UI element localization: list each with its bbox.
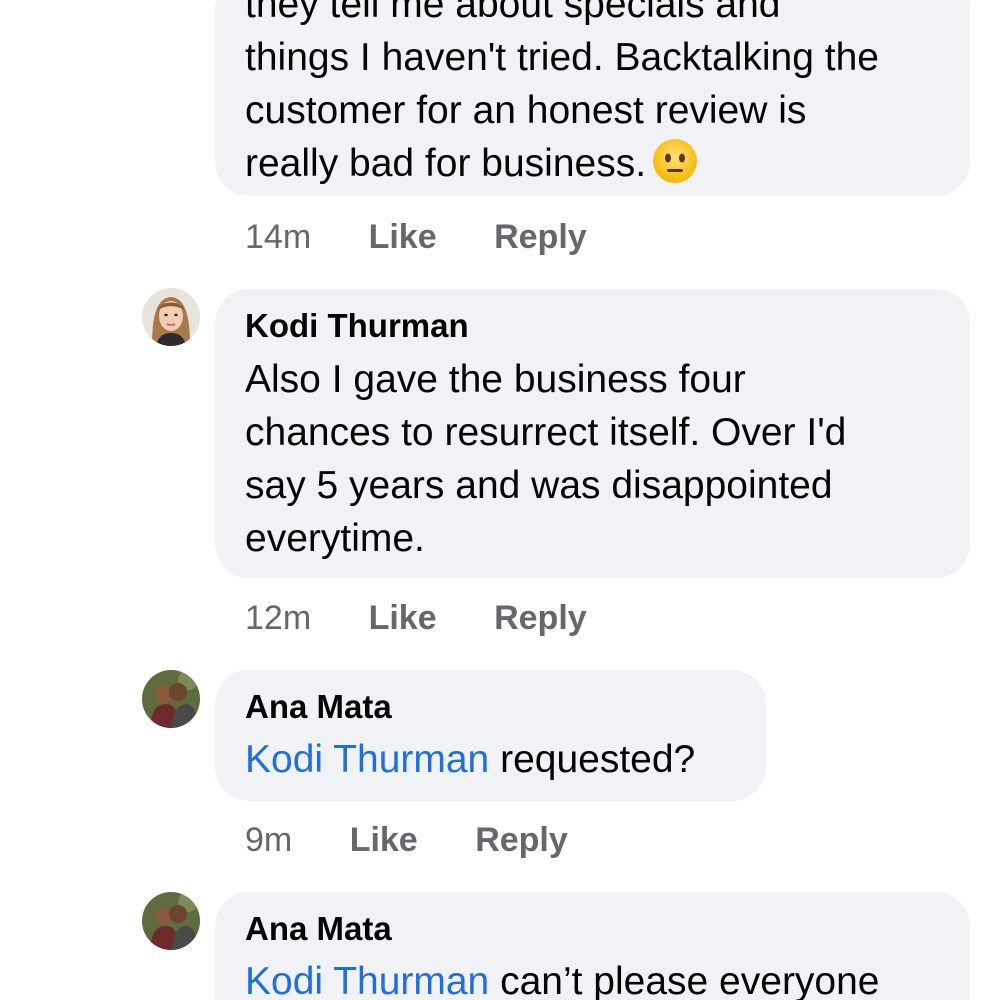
- comment-text-line: customer for an honest review is: [245, 89, 807, 132]
- comment-text-line: say 5 years and was disappointed: [245, 464, 833, 507]
- avatar[interactable]: [142, 288, 200, 346]
- comment-text-line: things I haven't tried. Backtalking the: [245, 36, 879, 79]
- like-button[interactable]: Like: [369, 599, 437, 637]
- comment-timestamp: 9m: [245, 821, 293, 859]
- comment-timestamp: 14m: [245, 218, 312, 256]
- comment-text: Kodi Thurman requested?: [245, 733, 736, 786]
- comments-thread: they tell me about specials and things I…: [0, 0, 1000, 1000]
- comment-actions: 14m Like Reply: [245, 217, 635, 257]
- comment-text-line: Kodi Thurman requested?: [245, 733, 736, 786]
- comment-author[interactable]: Kodi Thurman: [245, 306, 940, 346]
- comment-text: Kodi Thurman can’t please everyone: [245, 955, 940, 1000]
- comment-bubble: Ana Mata Kodi Thurman requested?: [215, 670, 766, 801]
- comment-author[interactable]: Ana Mata: [245, 909, 940, 949]
- like-button[interactable]: Like: [350, 821, 418, 859]
- comment-author[interactable]: Ana Mata: [245, 687, 736, 727]
- like-button[interactable]: Like: [369, 218, 437, 256]
- comment-text-line: Also I gave the business four: [245, 358, 746, 401]
- reply-button[interactable]: Reply: [475, 821, 568, 859]
- neutral-face-emoji-icon: [652, 138, 698, 198]
- comment-text-line: chances to resurrect itself. Over I'd: [245, 411, 847, 454]
- comment-text-line: really bad for business.: [245, 137, 940, 198]
- comment-text: Also I gave the business four chances to…: [245, 353, 940, 565]
- avatar-ana-mata-icon: [142, 670, 200, 728]
- comment-text-segment: can’t please everyone: [489, 960, 880, 1000]
- comment-text-line: Kodi Thurman can’t please everyone: [245, 955, 940, 1000]
- comment-bubble: Kodi Thurman Also I gave the business fo…: [215, 289, 970, 578]
- comment-bubble: Ana Mata Kodi Thurman can’t please every…: [215, 892, 970, 1000]
- comment-actions: 12m Like Reply: [245, 598, 635, 638]
- avatar[interactable]: [142, 892, 200, 950]
- avatar[interactable]: [142, 670, 200, 728]
- reply-button[interactable]: Reply: [494, 599, 587, 637]
- mention-link[interactable]: Kodi Thurman: [245, 738, 489, 781]
- comment-actions: 9m Like Reply: [245, 820, 616, 860]
- comment-bubble: they tell me about specials and things I…: [215, 0, 970, 196]
- reply-button[interactable]: Reply: [494, 218, 587, 256]
- avatar-ana-mata-icon: [142, 892, 200, 950]
- comment-text-segment: requested?: [489, 738, 696, 781]
- comment-text-line: they tell me about specials and: [245, 0, 781, 26]
- mention-link[interactable]: Kodi Thurman: [245, 960, 489, 1000]
- comment-text-segment: really bad for business.: [245, 142, 647, 185]
- comment-text-line: everytime.: [245, 517, 425, 560]
- comment-text: they tell me about specials and things I…: [245, 0, 940, 198]
- comment-timestamp: 12m: [245, 599, 312, 637]
- avatar-kodi-thurman-icon: [142, 288, 200, 346]
